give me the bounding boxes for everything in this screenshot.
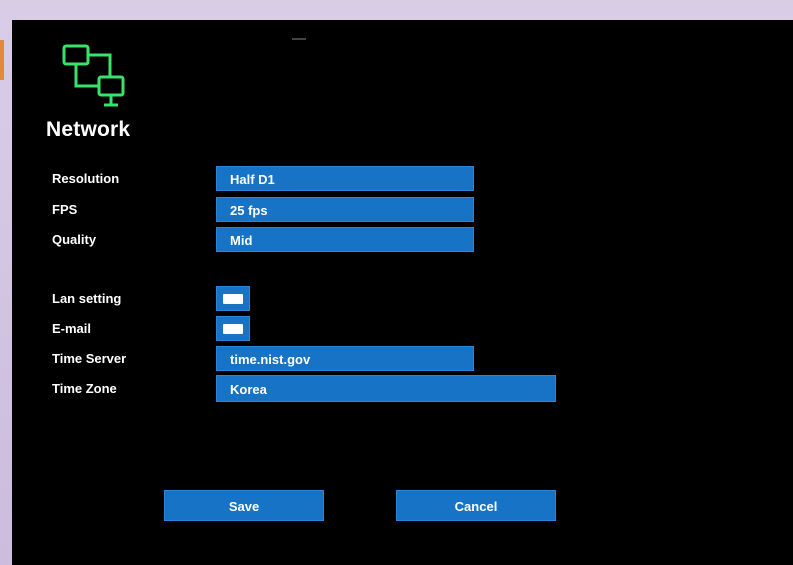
email-label: E-mail xyxy=(52,321,92,336)
lan-setting-checkbox[interactable] xyxy=(216,286,250,311)
time-server-input[interactable]: time.nist.gov xyxy=(216,346,474,371)
email-checkbox-indicator xyxy=(223,324,243,334)
time-zone-label: Time Zone xyxy=(52,381,117,396)
cancel-button[interactable]: Cancel xyxy=(396,490,556,521)
page-title: Network xyxy=(46,118,131,141)
save-button[interactable]: Save xyxy=(164,490,324,521)
resolution-label: Resolution xyxy=(52,171,120,186)
lan-setting-label: Lan setting xyxy=(52,291,122,306)
left-accent xyxy=(0,40,4,80)
resolution-select[interactable]: Half D1 xyxy=(216,166,474,191)
network-icon xyxy=(62,44,125,107)
time-zone-select[interactable]: Korea xyxy=(216,375,556,402)
lan-setting-checkbox-indicator xyxy=(223,294,243,304)
email-checkbox[interactable] xyxy=(216,316,250,341)
fps-label: FPS xyxy=(52,202,78,217)
top-mark xyxy=(292,38,306,40)
time-server-label: Time Server xyxy=(52,351,127,366)
quality-label: Quality xyxy=(52,232,97,247)
fps-select[interactable]: 25 fps xyxy=(216,197,474,222)
quality-select[interactable]: Mid xyxy=(216,227,474,252)
network-settings-screen: Network Resolution Half D1 FPS 25 fps Qu… xyxy=(12,20,793,565)
